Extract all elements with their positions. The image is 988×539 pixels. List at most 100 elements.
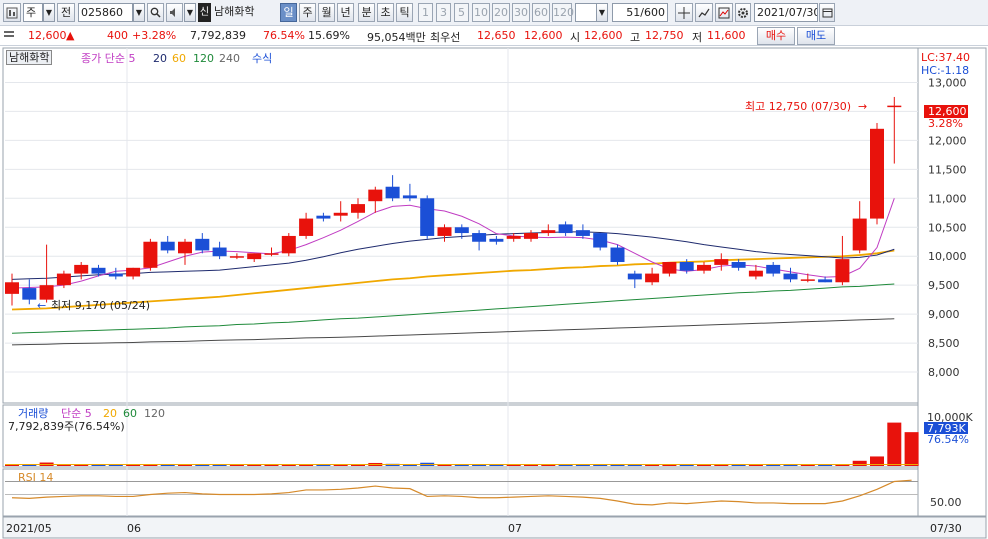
candle-body [489, 238, 504, 242]
candle-body [697, 264, 711, 271]
interval-10[interactable]: 10 [472, 3, 490, 22]
price-change-pct: +3.28% [132, 29, 177, 42]
price-chart-svg[interactable]: 8,000 8,500 9,000 9,500 10,000 10,500 11,000 11… [0, 46, 988, 539]
list-icon[interactable] [4, 30, 14, 43]
candle-body [22, 288, 37, 300]
ma240-legend: 240 [219, 52, 240, 65]
stock-name: 남해화학 [214, 5, 255, 18]
calendar-icon[interactable] [819, 3, 835, 22]
candle-body [610, 247, 625, 263]
buy-button[interactable]: 매수 [757, 27, 795, 45]
rsi-title: RSI 14 [18, 471, 53, 484]
candle-body [420, 198, 435, 236]
candle-body [5, 282, 19, 294]
candle-body [800, 279, 815, 281]
market-select[interactable]: 주 [23, 3, 43, 22]
candle-body [316, 215, 331, 219]
volume-ratio: 76.54% [263, 29, 305, 42]
period-second-tab[interactable]: 초 [377, 3, 394, 22]
volume-ma120: 120 [144, 407, 165, 420]
period-month-tab[interactable]: 월 [318, 3, 335, 22]
trend-line-icon[interactable] [695, 3, 713, 22]
volume-value: 7,792,839 [190, 29, 246, 42]
candle-body [558, 224, 573, 234]
y-tick-label: 10,000 [928, 250, 967, 263]
gear-icon[interactable] [735, 3, 751, 22]
date-input[interactable]: 2021/07/30 [754, 3, 818, 22]
chart-area[interactable]: 8,000 8,500 9,000 9,500 10,000 10,500 11,000 11… [0, 46, 988, 539]
market-dropdown-icon[interactable]: ▼ [43, 3, 55, 22]
low-price: 11,600 [707, 29, 746, 42]
stock-name-chip[interactable]: 남해화학 [6, 50, 53, 65]
low-annotation: 최저 9,170 (05/24) [51, 299, 150, 312]
y-tick-label: 9,500 [928, 279, 960, 292]
sound-dropdown-icon[interactable]: ▼ [184, 3, 196, 22]
x-label-jul: 07 [508, 522, 522, 535]
interval-5[interactable]: 5 [454, 3, 469, 22]
candle-body [679, 262, 694, 271]
stock-code-input[interactable]: 025860 [78, 3, 133, 22]
interval-3[interactable]: 3 [436, 3, 451, 22]
open-price: 12,600 [584, 29, 623, 42]
candle-body [402, 195, 417, 199]
period-tick-tab[interactable]: 틱 [396, 3, 413, 22]
candle-body [299, 218, 314, 236]
up-arrow-icon: ▲ [66, 29, 75, 42]
interval-20[interactable]: 20 [492, 3, 510, 22]
volume-title: 거래량 [18, 407, 48, 420]
sound-icon[interactable] [166, 3, 183, 22]
price-change: 400 [107, 29, 128, 42]
candle-body [714, 259, 729, 265]
candle-body [39, 285, 54, 300]
best-ask: 12,650 [477, 29, 516, 42]
ma60-legend: 60 [172, 52, 186, 65]
high-annotation: 최고 12,750 (07/30) [745, 100, 851, 113]
candle-body [783, 273, 798, 280]
chart-type-icon[interactable] [3, 3, 21, 22]
data-count-input[interactable]: 51/600 [612, 3, 668, 22]
candle-body [385, 186, 400, 199]
x-label-jun: 06 [127, 522, 141, 535]
interval-custom-input[interactable] [575, 3, 597, 22]
candle-body [472, 233, 487, 242]
candle-body [195, 238, 210, 251]
period-year-tab[interactable]: 년 [337, 3, 354, 22]
candle-body [229, 256, 244, 258]
crosshair-icon[interactable] [675, 3, 693, 22]
sell-button[interactable]: 매도 [797, 27, 835, 45]
low-label: 저 [692, 31, 703, 44]
volume-ma60: 60 [123, 407, 137, 420]
x-label-may: 2021/05 [6, 522, 52, 535]
code-dropdown-icon[interactable]: ▼ [133, 3, 145, 22]
y-tick-label: 11,000 [928, 192, 967, 205]
candle-body [766, 264, 781, 274]
candle-body [160, 241, 175, 251]
candle-body [818, 279, 833, 283]
high-label: 고 [630, 31, 641, 44]
rsi-panel [2, 468, 919, 517]
period-day-tab[interactable]: 일 [280, 3, 297, 22]
period-week-tab[interactable]: 주 [299, 3, 316, 22]
formula-legend: 수식 [252, 52, 272, 65]
period-minute-tab[interactable]: 분 [358, 3, 375, 22]
ma120-legend: 120 [193, 52, 214, 65]
prev-button[interactable]: 전 [57, 3, 75, 22]
candle-body [852, 218, 867, 251]
candle-body [212, 247, 227, 257]
rsi-level: 50.00 [930, 496, 962, 509]
chart-settings-icon[interactable] [715, 3, 733, 22]
search-icon[interactable] [147, 3, 164, 22]
interval-dropdown-icon[interactable]: ▼ [596, 3, 608, 22]
interval-60[interactable]: 60 [532, 3, 550, 22]
volume-bar [887, 422, 902, 466]
y-tick-label: 8,500 [928, 337, 960, 350]
interval-1[interactable]: 1 [418, 3, 433, 22]
interval-30[interactable]: 30 [512, 3, 530, 22]
candle-body [437, 227, 452, 236]
interval-120[interactable]: 120 [552, 3, 574, 22]
volume-bar [904, 432, 919, 466]
candle-body [835, 259, 850, 283]
x-label-end: 07/30 [930, 522, 962, 535]
ma-legend-title: 종가 단순 5 [81, 52, 135, 65]
candle-body [143, 241, 158, 268]
